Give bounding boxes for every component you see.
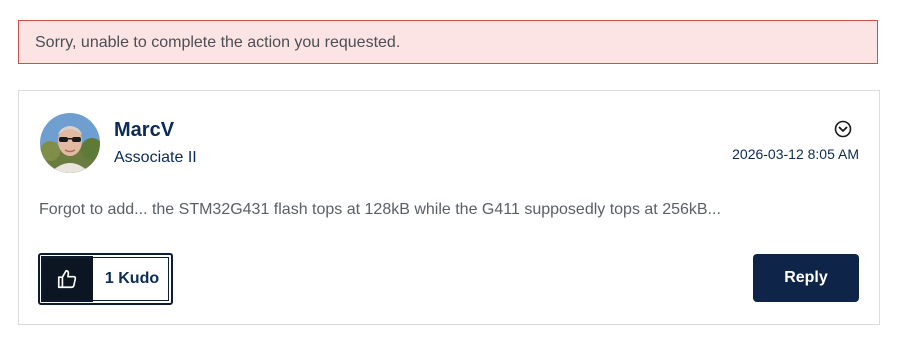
- avatar[interactable]: [40, 113, 100, 173]
- post-card: MarcV Associate II 2026-03-12 8:05 AM Fo…: [18, 90, 880, 325]
- chevron-circle-down-icon[interactable]: [834, 120, 852, 138]
- post-timestamp: 2026-03-12 8:05 AM: [732, 146, 859, 162]
- author-name[interactable]: MarcV: [114, 119, 174, 142]
- post-body: Forgot to add... the STM32G431 flash top…: [39, 201, 721, 218]
- error-message: Sorry, unable to complete the action you…: [35, 34, 401, 51]
- author-rank: Associate II: [114, 149, 197, 166]
- kudo-count: 1 Kudo: [104, 270, 160, 287]
- reply-button[interactable]: Reply: [753, 254, 859, 302]
- error-banner: Sorry, unable to complete the action you…: [18, 20, 878, 64]
- kudo-button[interactable]: 1 Kudo: [38, 253, 173, 305]
- thumbs-up-icon: [41, 256, 93, 302]
